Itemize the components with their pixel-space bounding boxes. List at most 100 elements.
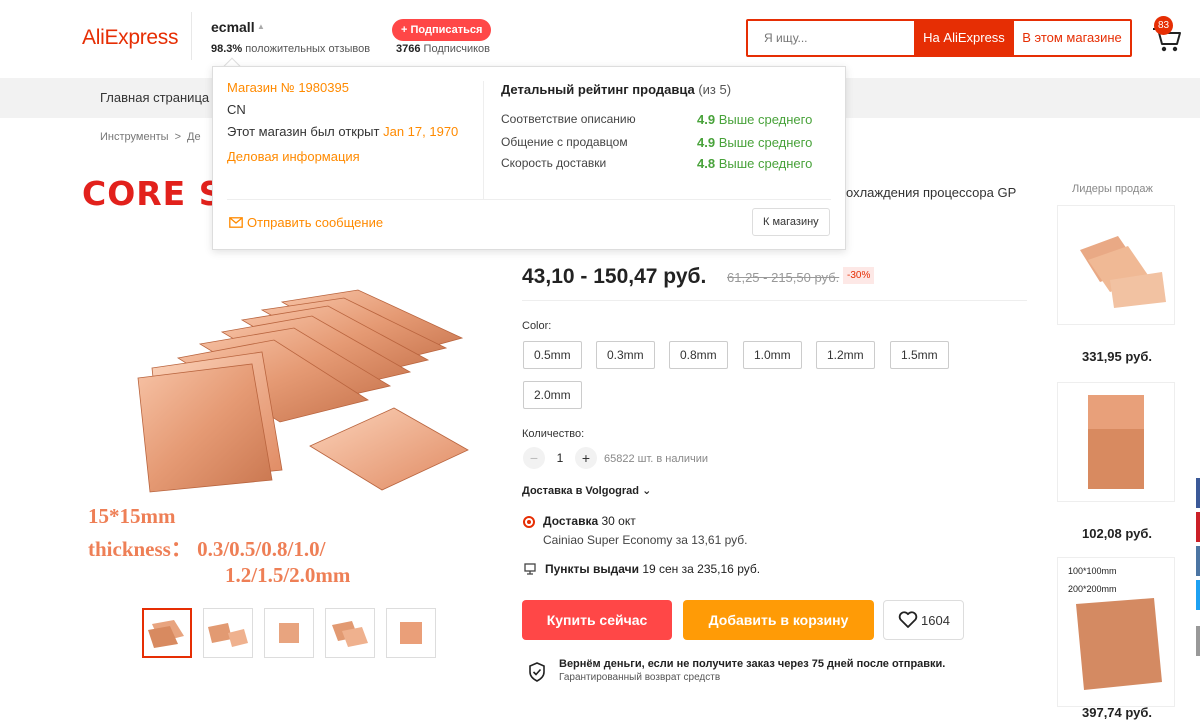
- option-1-5mm[interactable]: 1.5mm: [890, 341, 949, 369]
- rating-score-value: 4.9: [697, 135, 716, 150]
- shipping-date: 30 окт: [601, 514, 636, 528]
- buy-now-button[interactable]: Купить сейчас: [522, 600, 672, 640]
- store-number-link[interactable]: Магазин № 1980395: [227, 80, 349, 95]
- facebook-icon[interactable]: [1196, 478, 1200, 508]
- shipping-destination-label: Доставка в Volgograd: [522, 485, 639, 497]
- thumbnail[interactable]: [386, 608, 436, 658]
- divider: [522, 300, 1027, 301]
- guarantee-subtitle: Гарантированный возврат средств: [559, 672, 721, 683]
- option-1-0mm[interactable]: 1.0mm: [743, 341, 802, 369]
- rating-score: 4.9 Выше среднего: [697, 135, 812, 150]
- pickup-option: Пункты выдачи 19 сен за 235,16 руб.: [545, 562, 760, 576]
- rating-label: Соответствие описанию: [501, 112, 636, 126]
- image-thickness-text-2: 1.2/1.5/2.0mm: [225, 563, 351, 587]
- thumbnail[interactable]: [203, 608, 253, 658]
- nav-home-link[interactable]: Главная страница: [100, 90, 209, 105]
- send-message-link[interactable]: Отправить сообщение: [247, 215, 383, 230]
- divider: [227, 199, 831, 200]
- bestsellers-title: Лидеры продаж: [1072, 183, 1153, 195]
- pinterest-icon[interactable]: [1196, 512, 1200, 542]
- pickup-title: Пункты выдачи: [545, 562, 639, 576]
- search-store-button[interactable]: В этом магазине: [1014, 21, 1130, 55]
- store-rating-value: 98.3%: [211, 43, 243, 55]
- breadcrumb-separator: >: [174, 131, 182, 143]
- product-title: охлаждения процессора GP: [846, 185, 1017, 200]
- pickup-detail: 19 сен за 235,16 руб.: [642, 562, 761, 576]
- search-bar: На AliExpress В этом магазине: [746, 19, 1132, 57]
- caret-up-icon: ▲: [257, 22, 265, 31]
- bestseller-price: 331,95 руб.: [1082, 349, 1153, 364]
- store-rating: 98.3% положительных отзывов: [211, 43, 370, 55]
- store-country: CN: [227, 102, 246, 117]
- breadcrumb: Инструменты > Де: [100, 131, 201, 143]
- option-1-2mm[interactable]: 1.2mm: [816, 341, 875, 369]
- discount-badge: -30%: [843, 267, 875, 284]
- header-divider: [191, 12, 192, 60]
- add-to-cart-button[interactable]: Добавить в корзину: [683, 600, 874, 640]
- subscribers-label: Подписчиков: [423, 43, 490, 55]
- chevron-down-icon: ⌄: [642, 485, 652, 497]
- wishlist-button[interactable]: 1604: [883, 600, 964, 640]
- shipping-method: Cainiao Super Economy за 13,61 руб.: [543, 533, 748, 547]
- thumbnail[interactable]: [142, 608, 192, 658]
- image-thickness-text: thickness： 0.3/0.5/0.8/1.0/: [88, 537, 326, 561]
- envelope-icon[interactable]: [229, 217, 243, 228]
- thumbnail[interactable]: [264, 608, 314, 658]
- bestseller-card[interactable]: [1057, 382, 1175, 502]
- rating-label: Общение с продавцом: [501, 135, 628, 149]
- bestseller-price: 102,08 руб.: [1082, 526, 1153, 541]
- heart-icon: [898, 611, 918, 628]
- breadcrumb-item[interactable]: Инструменты: [100, 131, 169, 143]
- seller-rating-heading: Детальный рейтинг продавца: [501, 82, 695, 97]
- store-opened: Этот магазин был открыт Jan 17, 1970: [227, 124, 458, 139]
- quantity-decrease-button[interactable]: −: [523, 447, 545, 469]
- rating-score: 4.8 Выше среднего: [697, 156, 812, 171]
- old-price: 61,25 - 215,50 руб.: [727, 270, 840, 285]
- aliexpress-logo[interactable]: AliExpress: [82, 26, 179, 50]
- stock-count: 65822 шт. в наличии: [604, 453, 709, 465]
- search-input[interactable]: [748, 21, 914, 55]
- product-price: 43,10 - 150,47 руб.: [522, 265, 707, 288]
- pickup-point-icon: [523, 562, 537, 576]
- quantity-label: Количество:: [522, 428, 585, 440]
- shipping-option: Доставка 30 окт: [543, 514, 636, 528]
- store-info-popup: Магазин № 1980395 CN Этот магазин был от…: [212, 66, 846, 250]
- more-icon[interactable]: [1196, 626, 1200, 656]
- vk-icon[interactable]: [1196, 546, 1200, 576]
- option-2-0mm[interactable]: 2.0mm: [523, 381, 582, 409]
- bestseller-price: 397,74 руб.: [1082, 705, 1153, 720]
- seller-rating-title: Детальный рейтинг продавца (из 5): [501, 82, 731, 97]
- wishlist-count: 1604: [921, 613, 950, 628]
- bestseller-card[interactable]: [1057, 205, 1175, 325]
- image-size-text: 15*15mm: [88, 504, 176, 528]
- rating-score-value: 4.9: [697, 112, 716, 127]
- store-opened-label: Этот магазин был открыт: [227, 124, 380, 139]
- bestseller-card[interactable]: 100*100mm 200*200mm: [1057, 557, 1175, 707]
- radio-selected-icon[interactable]: [523, 516, 535, 528]
- twitter-icon[interactable]: [1196, 580, 1200, 610]
- business-info-link[interactable]: Деловая информация: [227, 149, 360, 164]
- color-label: Color:: [522, 320, 552, 332]
- subscribers-count: 3766 Подписчиков: [396, 43, 490, 55]
- store-rating-label: положительных отзывов: [245, 43, 371, 55]
- divider: [483, 81, 484, 199]
- thumbnail[interactable]: [325, 608, 375, 658]
- rating-label: Скорость доставки: [501, 156, 607, 170]
- subscribe-button[interactable]: + Подписаться: [392, 19, 492, 41]
- rating-score: 4.9 Выше среднего: [697, 112, 812, 127]
- rating-score-note: Выше среднего: [718, 156, 813, 171]
- store-name[interactable]: ecmall: [211, 19, 255, 35]
- go-to-store-button[interactable]: К магазину: [752, 208, 830, 236]
- breadcrumb-item[interactable]: Де: [187, 131, 201, 143]
- option-0-5mm[interactable]: 0.5mm: [523, 341, 582, 369]
- cart-count-badge: 83: [1154, 16, 1173, 35]
- seller-rating-scale: (из 5): [698, 82, 732, 97]
- shipping-destination[interactable]: Доставка в Volgograd ⌄: [522, 484, 651, 497]
- option-0-8mm[interactable]: 0.8mm: [669, 341, 728, 369]
- quantity-increase-button[interactable]: +: [575, 447, 597, 469]
- guarantee-title: Вернём деньги, если не получите заказ че…: [559, 658, 946, 670]
- option-0-3mm[interactable]: 0.3mm: [596, 341, 655, 369]
- subscribers-value: 3766: [396, 43, 421, 55]
- quantity-value[interactable]: 1: [553, 447, 567, 469]
- search-aliexpress-button[interactable]: На AliExpress: [914, 21, 1014, 55]
